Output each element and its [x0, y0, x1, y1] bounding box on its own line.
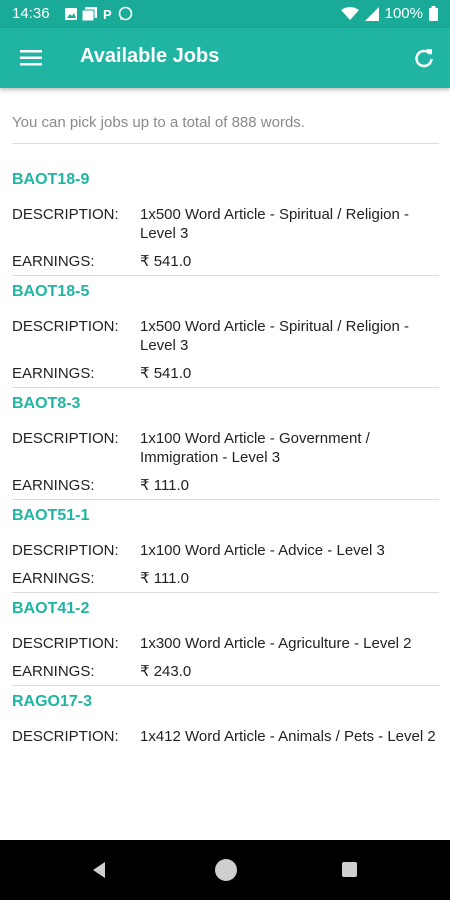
job-id: BAOT8-3 [12, 395, 81, 412]
status-time: 14:36 [12, 5, 50, 22]
refresh-button[interactable] [408, 42, 440, 74]
battery-percent: 100% [384, 5, 423, 22]
jobs-list: BAOT18-9 DESCRIPTION: 1x500 Word Article… [12, 168, 439, 754]
menu-button[interactable] [14, 42, 50, 74]
description-row: DESCRIPTION: 1x300 Word Article - Agricu… [12, 634, 439, 653]
job-id: BAOT51-1 [12, 507, 90, 524]
description-label: DESCRIPTION: [12, 635, 119, 652]
wifi-icon [340, 6, 359, 20]
job-item[interactable]: BAOT8-3 DESCRIPTION: 1x100 Word Article … [12, 392, 439, 500]
description-row: DESCRIPTION: 1x100 Word Article - Govern… [12, 429, 439, 467]
svg-text:P: P [103, 7, 112, 21]
job-list-view[interactable]: You can pick jobs up to a total of 888 w… [0, 88, 450, 840]
description-row: DESCRIPTION: 1x412 Word Article - Animal… [12, 727, 439, 746]
job-item[interactable]: BAOT18-9 DESCRIPTION: 1x500 Word Article… [12, 168, 439, 276]
job-id: BAOT41-2 [12, 600, 90, 617]
divider [12, 143, 439, 144]
earnings-label: EARNINGS: [12, 365, 95, 382]
earnings-label: EARNINGS: [12, 253, 95, 270]
earnings-value: ₹ 111.0 [140, 477, 190, 494]
recents-square-icon[interactable] [342, 862, 357, 877]
description-label: DESCRIPTION: [12, 728, 119, 745]
parking-icon: P [103, 7, 112, 21]
app-bar: Available Jobs [0, 28, 450, 88]
description-row: DESCRIPTION: 1x500 Word Article - Spirit… [12, 205, 439, 243]
description-value: 1x500 Word Article - Spiritual / Religio… [140, 206, 410, 242]
job-item[interactable]: BAOT51-1 DESCRIPTION: 1x100 Word Article… [12, 504, 439, 593]
status-bar: 14:36 P 100% [0, 0, 450, 28]
job-item[interactable]: BAOT18-5 DESCRIPTION: 1x500 Word Article… [12, 280, 439, 388]
description-value: 1x500 Word Article - Spiritual / Religio… [140, 318, 410, 354]
earnings-value: ₹ 243.0 [140, 663, 192, 680]
description-value: 1x100 Word Article - Advice - Level 3 [140, 542, 385, 559]
word-limit-info: You can pick jobs up to a total of 888 w… [12, 114, 305, 131]
job-id: BAOT18-5 [12, 283, 90, 300]
earnings-row: EARNINGS: ₹ 243.0 [12, 662, 439, 681]
back-triangle-icon[interactable] [90, 860, 108, 880]
image-icon [65, 7, 77, 20]
job-id: BAOT18-9 [12, 171, 90, 188]
description-label: DESCRIPTION: [12, 206, 119, 223]
description-label: DESCRIPTION: [12, 318, 119, 335]
job-item[interactable]: BAOT41-2 DESCRIPTION: 1x300 Word Article… [12, 597, 439, 686]
earnings-label: EARNINGS: [12, 570, 95, 587]
description-label: DESCRIPTION: [12, 542, 119, 559]
signal-icon [364, 6, 379, 21]
description-row: DESCRIPTION: 1x100 Word Article - Advice… [12, 541, 439, 560]
description-value: 1x100 Word Article - Government / Immigr… [140, 430, 370, 466]
whatsapp-icon [118, 6, 133, 21]
photo-icon [82, 6, 97, 21]
refresh-icon [415, 49, 433, 68]
earnings-value: ₹ 541.0 [140, 253, 192, 270]
notification-icons: P [64, 6, 133, 21]
description-value: 1x300 Word Article - Agriculture - Level… [140, 635, 412, 652]
earnings-row: EARNINGS: ₹ 111.0 [12, 476, 439, 495]
hamburger-menu-icon [20, 50, 42, 66]
job-item[interactable]: RAGO17-3 DESCRIPTION: 1x412 Word Article… [12, 690, 439, 750]
description-value: 1x412 Word Article - Animals / Pets - Le… [140, 728, 436, 745]
earnings-label: EARNINGS: [12, 663, 95, 680]
earnings-row: EARNINGS: ₹ 111.0 [12, 569, 439, 588]
status-right: 100% [340, 5, 438, 22]
earnings-label: EARNINGS: [12, 477, 95, 494]
earnings-value: ₹ 541.0 [140, 365, 192, 382]
job-id: RAGO17-3 [12, 693, 93, 710]
system-nav-bar [0, 840, 450, 900]
earnings-value: ₹ 111.0 [140, 570, 190, 587]
earnings-row: EARNINGS: ₹ 541.0 [12, 364, 439, 383]
page-title: Available Jobs [80, 45, 220, 67]
earnings-row: EARNINGS: ₹ 541.0 [12, 252, 439, 271]
home-circle-icon[interactable] [215, 859, 237, 881]
battery-icon [429, 6, 438, 21]
description-row: DESCRIPTION: 1x500 Word Article - Spirit… [12, 317, 439, 355]
description-label: DESCRIPTION: [12, 430, 119, 447]
